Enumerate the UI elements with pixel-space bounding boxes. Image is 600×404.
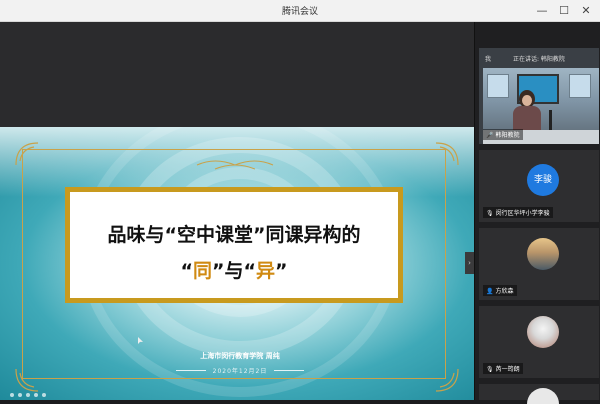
mic-muted-icon: 🎙 — [486, 210, 494, 217]
participant-tile[interactable]: 李骏 🎙 闵行区华坪小学李骏 — [479, 150, 599, 222]
participant-name-tag: 🎙 芮一筠朗 — [483, 363, 523, 374]
participant-name-tag: 🎤 韩阳教院 — [483, 129, 523, 140]
nav-dot[interactable] — [26, 393, 30, 397]
slide-title-inner: 品味与“空中课堂”同课异构的 “同”与“异” — [70, 192, 398, 298]
desk-microphone — [549, 110, 552, 130]
meeting-window: 腾讯会议 — ☐ ✕ 品味与“空中课堂”同课异构的 “同”与“异” 上海市闵行教… — [0, 0, 600, 404]
title-bar: 腾讯会议 — ☐ ✕ — [0, 0, 600, 22]
nav-dot[interactable] — [34, 393, 38, 397]
avatar — [527, 388, 559, 404]
slide-title-line1: 品味与“空中课堂”同课异构的 — [107, 224, 361, 246]
video-background — [487, 74, 509, 98]
participant-tile[interactable]: 👤 方欣森 — [479, 228, 599, 300]
participant-tile[interactable] — [479, 384, 599, 404]
avatar — [527, 238, 559, 270]
slide-title-box: 品味与“空中课堂”同课异构的 “同”与“异” — [65, 187, 403, 303]
nav-dot[interactable] — [10, 393, 14, 397]
quote-mid: ”与“ — [212, 260, 256, 282]
maximize-button[interactable]: ☐ — [556, 3, 572, 19]
minimize-button[interactable]: — — [534, 3, 550, 19]
mic-icon: 🎤 — [486, 132, 494, 139]
participant-name-tag: 🎙 闵行区华坪小学李骏 — [483, 207, 553, 218]
top-center-ornament — [196, 160, 274, 170]
participant-name-tag: 👤 方欣森 — [483, 285, 517, 296]
mic-muted-icon: 🎙 — [486, 366, 494, 373]
window-title: 腾讯会议 — [281, 7, 318, 17]
divider — [274, 370, 304, 371]
speaking-indicator: 正在讲话: 韩阳教院 — [513, 56, 565, 63]
user-icon: 👤 — [486, 288, 494, 295]
avatar — [527, 316, 559, 348]
video-background — [569, 74, 591, 98]
me-label: 我 — [485, 56, 492, 63]
participant-sidebar: 我 正在讲话: 韩阳教院 🎤 韩阳教院 李骏 🎙 闵行区华坪小学李骏 👤 方欣森… — [474, 22, 600, 404]
avatar: 李骏 — [527, 164, 559, 196]
slide-nav-dots[interactable] — [10, 382, 50, 401]
close-button[interactable]: ✕ — [578, 3, 594, 19]
collapse-sidebar-button[interactable]: › — [465, 252, 474, 274]
shared-screen: 品味与“空中课堂”同课异构的 “同”与“异” 上海市闵行教育学院 周纯 2020… — [0, 22, 474, 400]
presentation-slide: 品味与“空中课堂”同课异构的 “同”与“异” 上海市闵行教育学院 周纯 2020… — [0, 127, 474, 400]
corner-ornament — [435, 142, 459, 166]
speaker-face — [522, 95, 532, 106]
nav-dot[interactable] — [18, 393, 22, 397]
highlight-same: 同 — [192, 260, 212, 282]
quote-open: “ — [180, 260, 193, 282]
participant-tile[interactable]: 🎙 芮一筠朗 — [479, 306, 599, 378]
slide-author: 上海市闵行教育学院 周纯 — [200, 352, 280, 360]
highlight-different: 异 — [255, 260, 275, 282]
quote-close: ” — [275, 260, 288, 282]
corner-ornament — [15, 142, 39, 166]
corner-ornament — [435, 368, 459, 392]
nav-dot[interactable] — [42, 393, 46, 397]
participant-tile-speaker[interactable]: 我 正在讲话: 韩阳教院 🎤 韩阳教院 — [479, 48, 599, 144]
slide-title-line2: “同”与“异” — [70, 256, 398, 283]
